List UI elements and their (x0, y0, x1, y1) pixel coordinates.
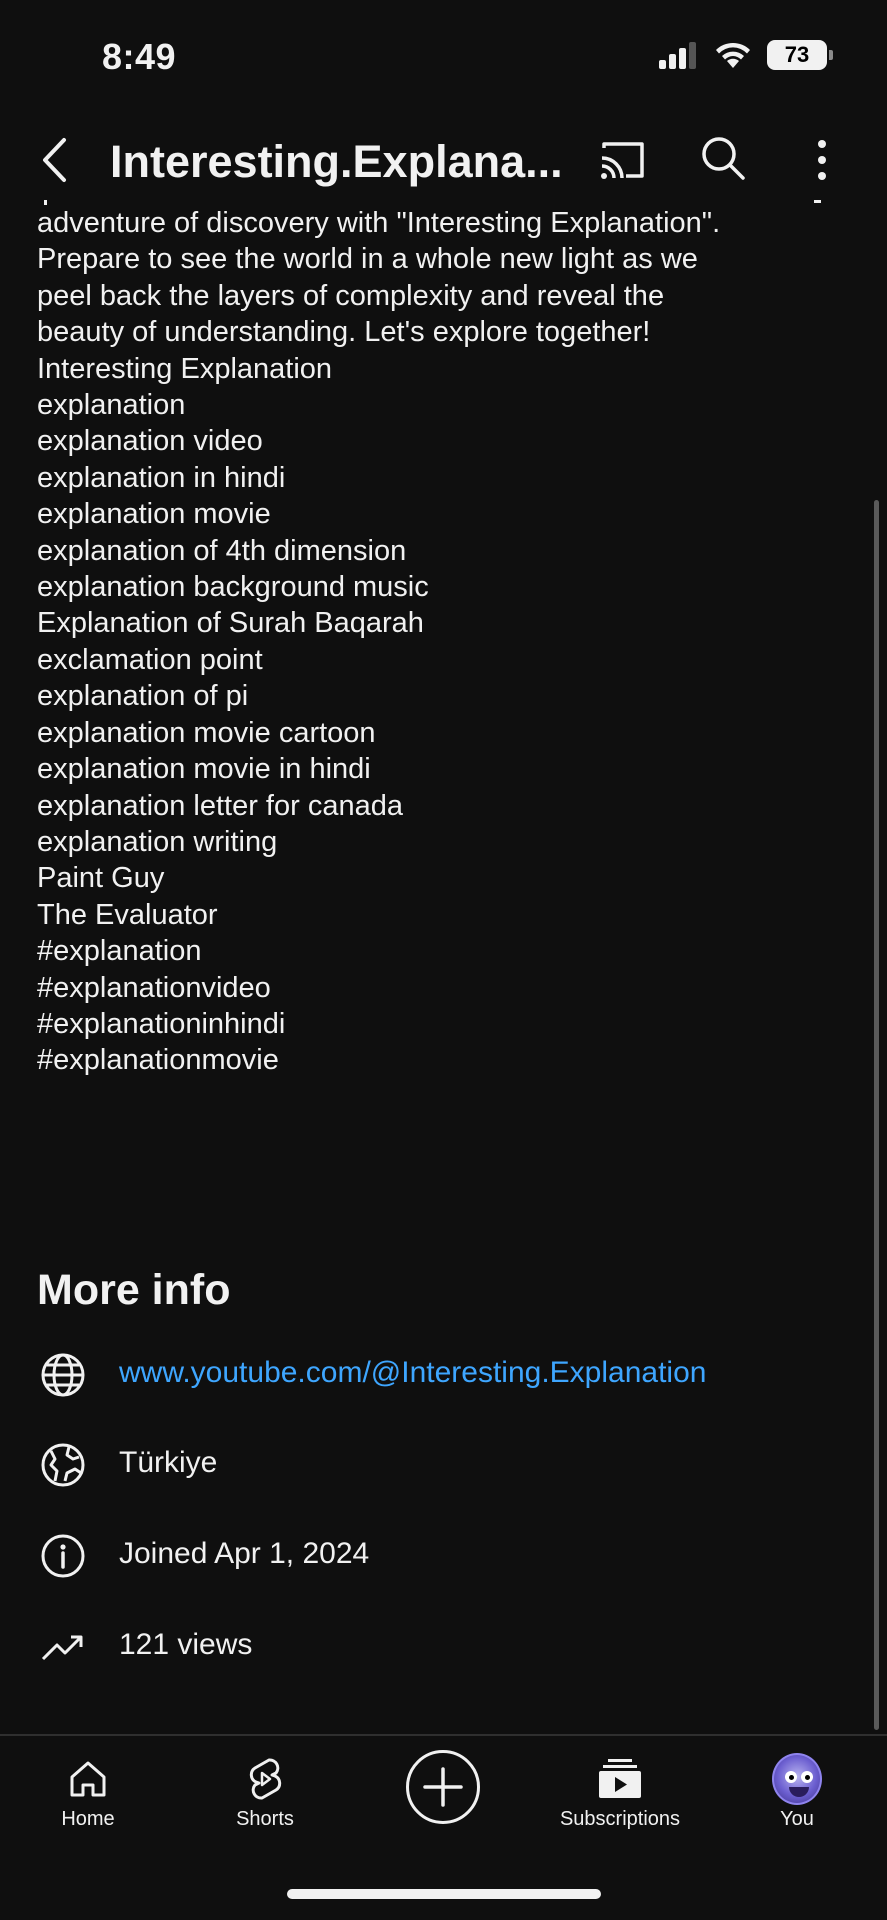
country-text: Türkiye (119, 1446, 218, 1479)
description-line: Paint Guy (37, 862, 165, 895)
description-text: adventure of discovery with "Interesting… (37, 205, 837, 1079)
description-line: explanation movie in hindi (37, 753, 371, 786)
nav-shorts-label: Shorts (236, 1808, 294, 1830)
search-icon (702, 137, 745, 180)
description-line: #explanationvideo (37, 971, 271, 1004)
plus-icon (423, 1767, 463, 1807)
status-time: 8:49 (102, 36, 177, 77)
header: Interesting.Explana... (0, 120, 887, 200)
subscriptions-icon (595, 1754, 645, 1804)
description-line: explanation writing (37, 825, 278, 858)
description-line: adventure of discovery with "Interesting… (37, 207, 721, 239)
description-line: explanation of 4th dimension (37, 534, 407, 567)
description-line: explanation video (37, 425, 263, 458)
search-button[interactable] (697, 132, 749, 184)
signal-icon (659, 42, 696, 69)
description-line: peel back the layers of complexity and r… (37, 279, 665, 312)
trending-up-icon (38, 1622, 88, 1672)
page-title: Interesting.Explana... (110, 136, 563, 187)
nav-subscriptions-label: Subscriptions (559, 1808, 681, 1830)
description-line: Prepare to see the world in a whole new … (37, 243, 698, 276)
description-line: The Evaluator (37, 898, 218, 931)
description-line: exclamation point (37, 643, 263, 676)
description-line: explanation letter for canada (37, 789, 403, 822)
joined-row: Joined Apr 1, 2024 (0, 1521, 887, 1591)
home-indicator[interactable] (287, 1889, 601, 1899)
description-line: explanation of pi (37, 680, 249, 713)
create-button[interactable] (406, 1750, 480, 1824)
country-row: Türkiye (0, 1430, 887, 1500)
cast-button[interactable] (596, 134, 648, 186)
wifi-icon (716, 42, 750, 68)
globe-icon (38, 1350, 88, 1400)
screen: 8:49 73 Interesting.Explana... adventure… (0, 0, 887, 1920)
channel-url-link[interactable]: www.youtube.com/@Interesting.Explanation (119, 1356, 706, 1390)
nav-you[interactable]: You (722, 1736, 872, 1866)
more-info-heading: More info (37, 1266, 231, 1314)
status-icons: 73 (657, 40, 833, 70)
more-options-button[interactable] (806, 130, 838, 190)
channel-description: adventure of discovery with "Interesting… (0, 200, 887, 1100)
description-line: #explanationinhindi (37, 1007, 286, 1040)
nav-you-label: You (780, 1808, 814, 1830)
description-line: beauty of understanding. Let's explore t… (37, 316, 651, 349)
description-line: explanation background music (37, 571, 429, 604)
description-line: explanation (37, 389, 186, 422)
joined-date-text: Joined Apr 1, 2024 (119, 1537, 370, 1570)
description-line: Interesting Explanation (37, 352, 333, 385)
info-icon (38, 1531, 88, 1581)
earth-icon (38, 1440, 88, 1490)
description-line: #explanationmovie (37, 1044, 279, 1077)
description-line: Explanation of Surah Baqarah (37, 607, 424, 640)
chevron-left-icon (43, 138, 66, 182)
avatar (772, 1753, 822, 1805)
description-line: explanation movie (37, 498, 271, 531)
shorts-icon (240, 1754, 290, 1804)
cast-icon (601, 142, 644, 179)
description-line: #explanation (37, 935, 202, 968)
nav-home-label: Home (61, 1808, 115, 1830)
channel-link-row[interactable]: www.youtube.com/@Interesting.Explanation (0, 1340, 887, 1410)
home-icon (63, 1754, 113, 1804)
more-vertical-icon (818, 140, 826, 180)
battery-indicator: 73 (767, 40, 833, 70)
views-count-text: 121 views (119, 1628, 253, 1661)
nav-shorts[interactable]: Shorts (190, 1736, 340, 1866)
nav-subscriptions[interactable]: Subscriptions (545, 1736, 695, 1866)
back-button[interactable] (34, 130, 74, 190)
description-line: explanation movie cartoon (37, 716, 376, 749)
nav-home[interactable]: Home (13, 1736, 163, 1866)
views-row: 121 views (0, 1612, 887, 1682)
description-line: explanation in hindi (37, 461, 286, 494)
